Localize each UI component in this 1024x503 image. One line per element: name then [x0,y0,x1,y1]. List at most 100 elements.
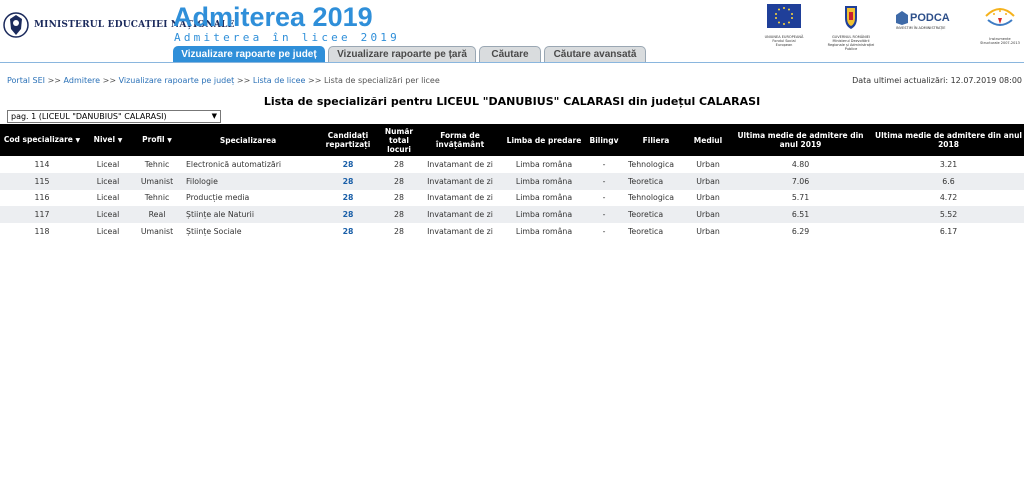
cell-cod: 116 [34,193,50,203]
col-medie-2018: Ultima medie de admitere din anul 2018 [875,131,1022,149]
cell-specializare: Științe Sociale [186,227,242,237]
tab-rapoarte-judet[interactable]: Vizualizare rapoarte pe județ [173,46,325,62]
cell-limba: Limba româna [515,210,573,220]
cell-cod: 114 [34,159,50,169]
table-row[interactable]: 117 Liceal Real Științe ale Naturii 28 2… [0,206,1024,224]
cell-candidati-link[interactable]: 28 [314,206,382,223]
table-header: Cod specializare ▼ Nivel ▼ Profil ▼ Spec… [0,124,1024,156]
cell-mediul: Urban [696,210,720,220]
cell-specializare: Producție media [186,193,250,203]
breadcrumb-portal-sei[interactable]: Portal SEI [7,76,45,85]
podca-caption: INVESTIM ÎN ADMINISTRAȚIE [896,26,946,30]
col-nivel[interactable]: Nivel ▼ [84,124,132,156]
col-filiera: Filiera [642,135,670,145]
cell-nivel: Liceal [96,176,120,186]
cell-mediul: Urban [696,159,720,169]
col-mediul: Mediul [693,135,723,145]
cell-profil: Tehnic [144,159,170,169]
romania-crest-icon [3,12,29,38]
podca-icon [896,11,908,25]
col-forma-invatamant: Forma de învățământ [435,131,485,149]
cell-specializare: Științe ale Naturii [186,210,254,220]
report-tabs: Vizualizare rapoarte pe județ Vizualizar… [173,46,649,63]
brand-subtitle: Admiterea în licee 2019 [174,31,400,44]
chevron-down-icon: ▼ [211,112,217,120]
breadcrumb-separator: >> [102,76,117,85]
cell-locuri: 28 [394,210,404,220]
eu-logo-caption: UNIUNEA EUROPEANĂ Fondul Social European [764,35,804,47]
cell-mediul: Urban [696,176,720,186]
cell-forma: Invatamant de zi [427,159,493,169]
cell-nivel: Liceal [96,159,120,169]
cell-candidati-link[interactable]: 28 [314,156,382,173]
table-row[interactable]: 115 Liceal Umanist Filologie 28 28 Invat… [0,172,1024,190]
col-candidati: Candidați repartizați [325,131,371,149]
brand[interactable]: Admiterea 2019 Admiterea în licee 2019 [173,2,400,44]
cell-mediul: Urban [696,227,720,237]
cell-cod: 117 [34,210,50,220]
breadcrumb-admitere[interactable]: Admitere [64,76,101,85]
podca-logo: PODCA INVESTIM ÎN ADMINISTRAȚIE [896,11,964,30]
cell-nivel: Liceal [96,193,120,203]
government-logo: GUVERNUL ROMÂNIEI Ministerul Dezvoltării… [826,4,876,51]
podca-text: PODCA [910,12,950,24]
breadcrumb-lista-licee[interactable]: Lista de licee [253,76,306,85]
cell-medie-2018: 4.72 [939,193,958,203]
cell-medie-2019: 7.06 [791,176,810,186]
table-row[interactable]: 116 Liceal Tehnic Producție media 28 28 … [0,190,1024,207]
cell-filiera: Tehnologica [628,193,675,203]
cell-forma: Invatamant de zi [427,227,493,237]
col-profil[interactable]: Profil ▼ [132,124,182,156]
cell-specializare: Electronică automatizări [186,159,282,169]
cell-locuri: 28 [394,227,404,237]
page-select-value: pag. 1 (LICEUL "DANUBIUS" CALARASI) [11,112,167,121]
cell-bilingv: - [602,210,606,220]
cell-specializare: Filologie [186,176,218,186]
tab-rapoarte-tara[interactable]: Vizualizare rapoarte pe țară [328,46,476,62]
cell-locuri: 28 [394,193,404,203]
col-cod-specializare[interactable]: Cod specializare ▼ [0,124,84,156]
eu-flag-icon [767,4,801,28]
cell-bilingv: - [602,227,606,237]
cell-limba: Limba româna [515,193,573,203]
breadcrumb-rapoarte-judet[interactable]: Vizualizare rapoarte pe județ [119,76,235,85]
sort-arrow-icon: ▼ [167,137,172,144]
cell-medie-2019: 4.80 [791,159,810,169]
cell-profil: Umanist [140,227,174,237]
cell-candidati-link[interactable]: 28 [314,173,382,190]
cell-medie-2018: 3.21 [939,159,958,169]
breadcrumb-current: Lista de specializări per licee [323,76,440,85]
cell-cod: 118 [34,227,50,237]
table-row[interactable]: 118 Liceal Umanist Științe Sociale 28 28… [0,223,1024,240]
cell-candidati-link[interactable]: 28 [314,190,382,207]
eu-logo: UNIUNEA EUROPEANĂ Fondul Social European [764,4,804,47]
breadcrumb: Portal SEI >> Admitere >> Vizualizare ra… [7,76,440,85]
cell-medie-2018: 5.52 [939,210,958,220]
table-row[interactable]: 114 Liceal Tehnic Electronică automatiză… [0,156,1024,173]
cell-nivel: Liceal [96,210,120,220]
cell-profil: Tehnic [144,193,170,203]
cell-medie-2019: 5.71 [791,193,810,203]
tab-divider [0,62,1024,63]
cell-medie-2019: 6.51 [791,210,810,220]
cell-limba: Limba româna [515,176,573,186]
cell-locuri: 28 [394,159,404,169]
col-specializarea: Specializarea [219,135,277,145]
tab-cautare-avansata[interactable]: Căutare avansată [544,46,646,62]
cell-medie-2019: 6.29 [791,227,810,237]
breadcrumb-separator: >> [236,76,251,85]
cell-filiera: Tehnologica [628,159,675,169]
brand-title: Admiterea 2019 [173,2,373,32]
cell-bilingv: - [602,176,606,186]
partner-logos: UNIUNEA EUROPEANĂ Fondul Social European… [764,4,1022,51]
col-limba-predare: Limba de predare [506,135,582,145]
cell-forma: Invatamant de zi [427,176,493,186]
instrumente-logo: Instrumente Structurale 2007-2013 [980,4,1020,45]
cell-profil: Umanist [140,176,174,186]
col-locuri: Număr total locuri [384,126,414,154]
cell-candidati-link[interactable]: 28 [314,223,382,240]
tab-cautare[interactable]: Căutare [479,46,541,62]
cell-bilingv: - [602,193,606,203]
page-select[interactable]: pag. 1 (LICEUL "DANUBIUS" CALARASI) ▼ [7,110,221,123]
cell-filiera: Teoretica [628,227,664,237]
